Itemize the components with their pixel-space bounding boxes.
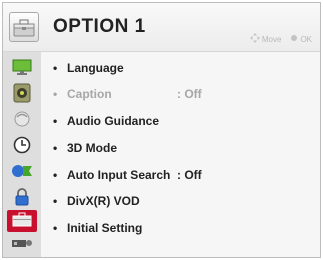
- menu-item-label: Initial Setting: [67, 221, 143, 235]
- bullet: •: [53, 221, 58, 235]
- picture-icon: [11, 58, 33, 81]
- sidebar-item-sound[interactable]: [7, 83, 37, 108]
- menu-item-audio-guidance[interactable]: • Audio Guidance: [53, 111, 159, 131]
- menu-item-divx-vod[interactable]: • DivX(R) VOD: [53, 191, 140, 211]
- menu-item-caption[interactable]: • Caption : Off: [53, 84, 313, 104]
- category-sidebar: [3, 52, 42, 257]
- remote-hints: Move OK: [249, 33, 312, 45]
- bullet: •: [53, 141, 58, 155]
- toolbox-icon: [10, 210, 34, 233]
- sidebar-item-network[interactable]: [7, 162, 37, 184]
- navigation-arrows-icon: [249, 33, 260, 45]
- ok-hint-label: OK: [300, 34, 312, 44]
- menu-item-label: DivX(R) VOD: [67, 194, 140, 208]
- bullet: •: [53, 168, 58, 182]
- menu-item-label: Language: [67, 61, 124, 75]
- menu-item-auto-input-search[interactable]: • Auto Input Search : Off: [53, 165, 313, 185]
- menu-item-value: : Off: [177, 87, 202, 101]
- sidebar-item-option1[interactable]: [7, 210, 37, 232]
- menu-item-label: Caption: [67, 87, 112, 101]
- bullet: •: [53, 61, 58, 75]
- page-title: OPTION 1: [53, 16, 146, 37]
- settings-tools-icon: [10, 235, 34, 256]
- header-bar: OPTION 1 Move OK: [3, 3, 320, 52]
- channel-icon: [11, 109, 33, 134]
- clock-icon: [11, 135, 33, 160]
- network-icon: [10, 161, 34, 186]
- lock-icon: [11, 187, 33, 212]
- menu-item-value: : Off: [177, 168, 202, 182]
- option-menu: • Language • Caption : Off • Audio Guida…: [41, 52, 320, 257]
- sidebar-item-channel[interactable]: [7, 110, 37, 132]
- menu-item-initial-setting[interactable]: • Initial Setting: [53, 218, 142, 238]
- menu-item-label: Audio Guidance: [67, 114, 160, 128]
- menu-item-language[interactable]: • Language: [53, 58, 124, 78]
- option-toolbox-icon: [9, 12, 39, 42]
- settings-window: OPTION 1 Move OK • Language • Caption: …: [2, 2, 321, 258]
- bullet: •: [53, 114, 58, 128]
- sidebar-item-picture[interactable]: [7, 58, 37, 80]
- ok-button-icon: [290, 34, 298, 44]
- bullet: •: [53, 87, 58, 101]
- bullet: •: [53, 194, 58, 208]
- sound-icon: [11, 83, 33, 108]
- move-hint-label: Move: [261, 34, 282, 44]
- sidebar-item-lock[interactable]: [7, 187, 37, 212]
- menu-item-label: 3D Mode: [67, 141, 118, 155]
- sidebar-item-time[interactable]: [7, 136, 37, 158]
- sidebar-item-option2[interactable]: [7, 234, 37, 256]
- menu-item-label: Auto Input Search: [67, 168, 171, 182]
- ok-hint: OK: [290, 34, 312, 44]
- menu-item-3d-mode[interactable]: • 3D Mode: [53, 138, 117, 158]
- move-hint: Move: [249, 33, 282, 45]
